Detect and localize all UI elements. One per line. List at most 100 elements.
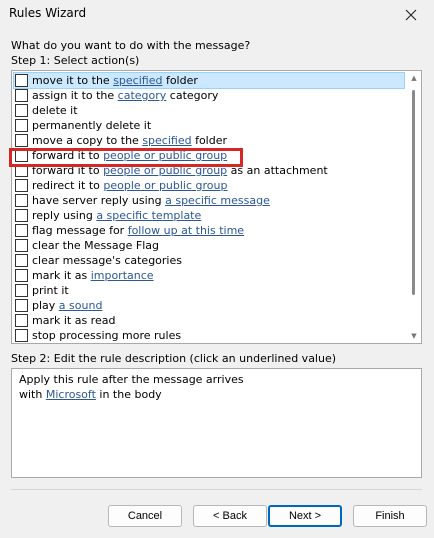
wizard-prompt: What do you want to do with the message? bbox=[11, 39, 251, 52]
action-text: assign it to the bbox=[32, 89, 118, 102]
action-text: forward it to bbox=[32, 164, 104, 177]
action-checkbox[interactable] bbox=[15, 284, 28, 297]
action-item[interactable]: forward it to people or public group bbox=[14, 148, 404, 163]
action-item[interactable]: forward it to people or public group as … bbox=[14, 163, 404, 178]
action-text: move it to the bbox=[32, 74, 114, 87]
action-label: assign it to the category category bbox=[32, 88, 218, 103]
action-link[interactable]: category bbox=[118, 89, 167, 102]
action-item[interactable]: mark it as importance bbox=[14, 268, 404, 283]
description-line-2-prefix: with bbox=[19, 388, 46, 401]
action-text: reply using bbox=[32, 209, 97, 222]
action-label: redirect it to people or public group bbox=[32, 178, 227, 193]
action-checkbox[interactable] bbox=[15, 164, 28, 177]
rule-description: Apply this rule after the message arrive… bbox=[11, 368, 422, 478]
action-item[interactable]: clear message's categories bbox=[14, 253, 404, 268]
action-text: redirect it to bbox=[32, 179, 104, 192]
action-label: print it bbox=[32, 283, 69, 298]
action-link[interactable]: importance bbox=[91, 269, 154, 282]
scroll-down-icon[interactable]: ▼ bbox=[410, 332, 418, 340]
action-item[interactable]: stop processing more rules bbox=[14, 328, 404, 343]
action-checkbox[interactable] bbox=[15, 314, 28, 327]
action-label: mark it as read bbox=[32, 313, 115, 328]
action-label: stop processing more rules bbox=[32, 328, 181, 343]
action-checkbox[interactable] bbox=[15, 89, 28, 102]
action-link[interactable]: a specific template bbox=[96, 209, 201, 222]
action-label: play a sound bbox=[32, 298, 102, 313]
action-checkbox[interactable] bbox=[15, 209, 28, 222]
action-text: delete it bbox=[32, 104, 78, 117]
action-label: reply using a specific template bbox=[32, 208, 201, 223]
description-line-2-suffix: in the body bbox=[95, 388, 162, 401]
action-checkbox[interactable] bbox=[15, 299, 28, 312]
window-title: Rules Wizard bbox=[9, 6, 87, 20]
action-item[interactable]: print it bbox=[14, 283, 404, 298]
action-link[interactable]: specified bbox=[142, 134, 191, 147]
action-link[interactable]: a sound bbox=[59, 299, 103, 312]
action-item[interactable]: assign it to the category category bbox=[14, 88, 404, 103]
action-checkbox[interactable] bbox=[15, 269, 28, 282]
action-link[interactable]: people or public group bbox=[103, 149, 227, 162]
action-checkbox[interactable] bbox=[15, 74, 28, 87]
action-item[interactable]: have server reply using a specific messa… bbox=[14, 193, 404, 208]
action-text: play bbox=[32, 299, 59, 312]
action-checkbox[interactable] bbox=[15, 254, 28, 267]
action-link[interactable]: specified bbox=[113, 74, 162, 87]
action-list[interactable]: ▲ ▼ move it to the specified folder assig… bbox=[11, 70, 422, 344]
action-link[interactable]: people or public group bbox=[103, 179, 227, 192]
action-text: clear message's categories bbox=[32, 254, 182, 267]
action-label: permanently delete it bbox=[32, 118, 151, 133]
action-item[interactable]: clear the Message Flag bbox=[14, 238, 404, 253]
action-link[interactable]: people or public group bbox=[103, 164, 227, 177]
action-checkbox[interactable] bbox=[15, 329, 28, 342]
action-item[interactable]: mark it as read bbox=[14, 313, 404, 328]
action-link[interactable]: follow up at this time bbox=[128, 224, 244, 237]
action-checkbox[interactable] bbox=[15, 194, 28, 207]
action-text: have server reply using bbox=[32, 194, 166, 207]
scroll-up-icon[interactable]: ▲ bbox=[410, 74, 418, 82]
action-item[interactable]: redirect it to people or public group bbox=[14, 178, 404, 193]
action-item[interactable]: move a copy to the specified folder bbox=[14, 133, 404, 148]
microsoft-link[interactable]: Microsoft bbox=[46, 388, 96, 401]
action-checkbox[interactable] bbox=[15, 179, 28, 192]
action-text: print it bbox=[32, 284, 69, 297]
action-label: forward it to people or public group bbox=[32, 148, 227, 163]
action-list-scrollbar[interactable]: ▲ ▼ bbox=[409, 73, 419, 341]
action-text-suffix: folder bbox=[191, 134, 228, 147]
action-label: forward it to people or public group as … bbox=[32, 163, 328, 178]
action-checkbox[interactable] bbox=[15, 104, 28, 117]
close-button[interactable] bbox=[388, 0, 434, 30]
action-item[interactable]: delete it bbox=[14, 103, 404, 118]
action-label: move it to the specified folder bbox=[32, 73, 198, 88]
finish-button[interactable]: Finish bbox=[353, 505, 427, 527]
step1-label: Step 1: Select action(s) bbox=[11, 54, 140, 67]
action-label: clear the Message Flag bbox=[32, 238, 159, 253]
close-icon bbox=[405, 9, 417, 21]
action-item[interactable]: move it to the specified folder bbox=[13, 72, 405, 89]
action-text-suffix: as an attachment bbox=[227, 164, 328, 177]
action-text-suffix: folder bbox=[162, 74, 198, 87]
action-label: mark it as importance bbox=[32, 268, 154, 283]
action-checkbox[interactable] bbox=[15, 239, 28, 252]
action-label: delete it bbox=[32, 103, 78, 118]
cancel-button[interactable]: Cancel bbox=[108, 505, 182, 527]
next-button[interactable]: Next > bbox=[268, 505, 342, 527]
back-button[interactable]: < Back bbox=[193, 505, 267, 527]
action-text-suffix: category bbox=[166, 89, 219, 102]
action-item[interactable]: play a sound bbox=[14, 298, 404, 313]
scroll-thumb[interactable] bbox=[412, 90, 415, 295]
action-checkbox[interactable] bbox=[15, 134, 28, 147]
action-link[interactable]: a specific message bbox=[165, 194, 270, 207]
action-item[interactable]: flag message for follow up at this time bbox=[14, 223, 404, 238]
description-line-2: with Microsoft in the body bbox=[19, 387, 414, 402]
action-text: flag message for bbox=[32, 224, 128, 237]
action-item[interactable]: reply using a specific template bbox=[14, 208, 404, 223]
action-item[interactable]: permanently delete it bbox=[14, 118, 404, 133]
title-bar: Rules Wizard bbox=[0, 0, 434, 30]
action-checkbox[interactable] bbox=[15, 119, 28, 132]
action-text: clear the Message Flag bbox=[32, 239, 159, 252]
action-checkbox[interactable] bbox=[15, 149, 28, 162]
action-text: mark it as read bbox=[32, 314, 116, 327]
action-checkbox[interactable] bbox=[15, 224, 28, 237]
action-label: clear message's categories bbox=[32, 253, 182, 268]
rules-wizard-window: Rules Wizard What do you want to do with… bbox=[0, 0, 434, 538]
